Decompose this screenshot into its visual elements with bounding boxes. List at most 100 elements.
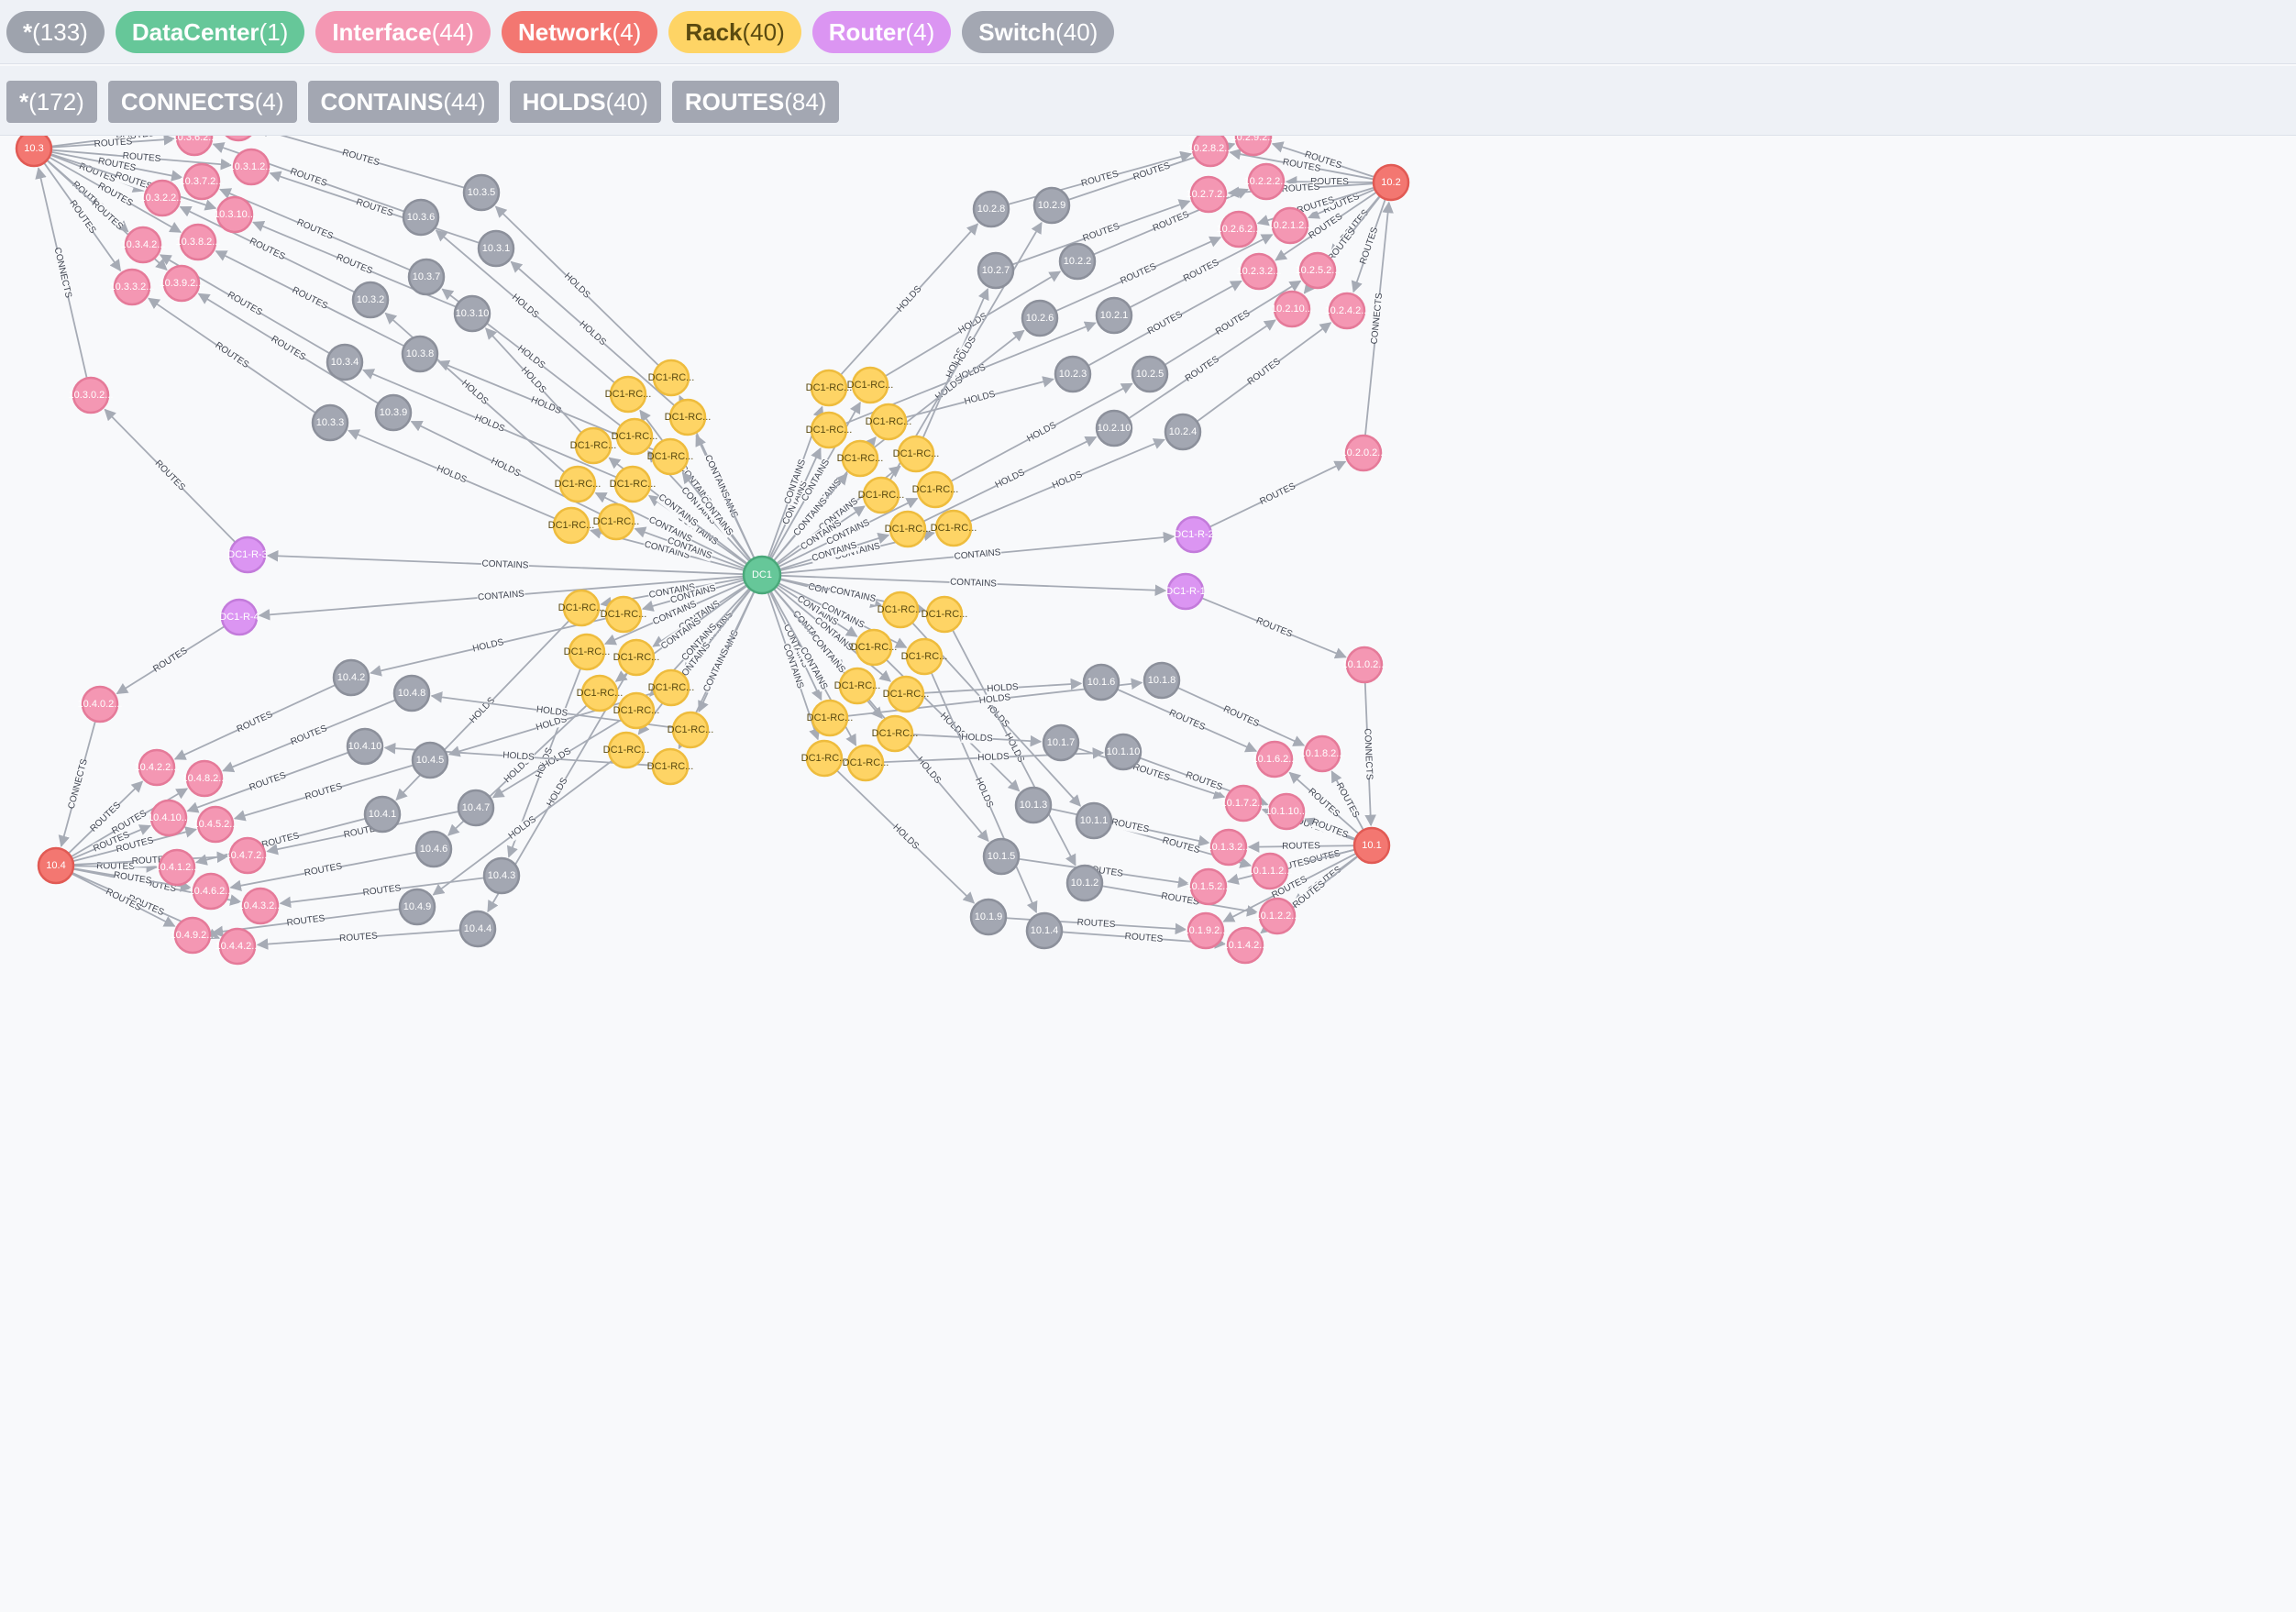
node-circle[interactable]	[1189, 867, 1228, 906]
node-circle[interactable]	[889, 510, 927, 548]
node-rack[interactable]: DC1-RC...	[564, 633, 611, 671]
node-interface[interactable]: 10.1.0.2...	[1342, 646, 1387, 684]
node-interface[interactable]: 10.4.10...	[148, 799, 190, 837]
node-circle[interactable]	[1328, 292, 1366, 330]
node-circle[interactable]	[615, 417, 654, 456]
node-circle[interactable]	[1267, 792, 1306, 831]
node-switch[interactable]: 10.2.7	[977, 251, 1015, 290]
node-circle[interactable]	[1251, 852, 1289, 890]
edge-routes[interactable]: ROUTES	[1330, 770, 1364, 830]
node-circle[interactable]	[597, 502, 635, 541]
node-circle[interactable]	[185, 759, 224, 798]
node-circle[interactable]	[742, 555, 782, 595]
node-circle[interactable]	[671, 711, 710, 749]
node-circle[interactable]	[1058, 242, 1097, 281]
node-circle[interactable]	[1065, 864, 1104, 902]
node-rack[interactable]: DC1-RC...	[668, 711, 714, 749]
node-switch[interactable]: 10.2.9	[1032, 186, 1071, 225]
node-circle[interactable]	[311, 403, 349, 442]
node-circle[interactable]	[326, 343, 364, 381]
node-circle[interactable]	[1345, 646, 1384, 684]
node-switch[interactable]: 10.2.6	[1021, 299, 1059, 337]
node-circle[interactable]	[1209, 828, 1248, 867]
node-circle[interactable]	[876, 714, 914, 753]
node-rack[interactable]: DC1-RC...	[851, 628, 898, 667]
node-circle[interactable]	[414, 830, 453, 868]
node-switch[interactable]: 10.3.8	[401, 335, 439, 373]
node-circle[interactable]	[652, 668, 690, 707]
node-circle[interactable]	[149, 799, 188, 837]
node-rack[interactable]: DC1-RC...	[847, 366, 894, 404]
node-switch[interactable]: 10.4.9	[398, 888, 436, 926]
node-interface[interactable]: 10.2.7.2...	[1187, 175, 1231, 214]
node-rack[interactable]: DC1-RC...	[601, 595, 647, 634]
node-circle[interactable]	[332, 658, 370, 697]
relationship-chip-contains[interactable]: CONTAINS(44)	[307, 81, 499, 123]
node-circle[interactable]	[346, 727, 384, 766]
node-interface[interactable]: 10.2.8.2...	[1188, 136, 1233, 168]
node-interface[interactable]: 10.3.7.2...	[180, 162, 225, 201]
relationship-chip-routes[interactable]: ROUTES(84)	[671, 81, 840, 123]
label-chip-router[interactable]: Router(4)	[811, 11, 952, 53]
node-circle[interactable]	[607, 731, 646, 769]
node-switch[interactable]: 10.1.6	[1082, 663, 1120, 701]
node-rack[interactable]: DC1-RC...	[866, 403, 912, 441]
node-circle[interactable]	[617, 638, 656, 677]
node-circle[interactable]	[398, 888, 436, 926]
node-circle[interactable]	[363, 795, 402, 834]
node-circle[interactable]	[458, 910, 497, 948]
node-circle[interactable]	[113, 268, 151, 306]
edge-routes[interactable]: ROUTES	[1197, 322, 1332, 422]
node-circle[interactable]	[851, 366, 889, 404]
node-circle[interactable]	[652, 359, 690, 397]
node-circle[interactable]	[651, 437, 690, 476]
node-switch[interactable]: 10.3.5	[462, 173, 501, 212]
node-interface[interactable]: 10.4.4.2...	[215, 927, 260, 966]
node-circle[interactable]	[810, 369, 848, 407]
node-circle[interactable]	[1189, 175, 1228, 214]
node-circle[interactable]	[609, 375, 647, 414]
label-chip-datacenter[interactable]: DataCenter(1)	[115, 11, 305, 53]
node-switch[interactable]: 10.2.3	[1054, 355, 1092, 393]
node-interface[interactable]: 10.3.9.2...	[160, 264, 204, 303]
edge-holds[interactable]: HOLDS	[906, 376, 1054, 418]
node-circle[interactable]	[1166, 572, 1205, 611]
node-circle[interactable]	[15, 136, 53, 168]
node-circle[interactable]	[72, 376, 110, 414]
node-circle[interactable]	[1164, 413, 1202, 451]
node-switch[interactable]: 10.1.1	[1075, 801, 1113, 840]
node-router[interactable]: DC1-R-2	[1174, 515, 1214, 554]
node-circle[interactable]	[1255, 740, 1294, 778]
node-circle[interactable]	[580, 674, 619, 712]
node-switch[interactable]: 10.1.8	[1142, 661, 1181, 700]
node-circle[interactable]	[228, 836, 267, 875]
node-interface[interactable]: 10.1.4.2...	[1223, 926, 1268, 965]
node-interface[interactable]: 10.2.0.2...	[1341, 434, 1386, 472]
edge-routes[interactable]: ROUTES	[1077, 747, 1226, 800]
node-switch[interactable]: 10.1.5	[982, 837, 1021, 876]
node-circle[interactable]	[841, 439, 879, 478]
node-circle[interactable]	[887, 675, 925, 713]
node-circle[interactable]	[1131, 355, 1169, 393]
relationship-chip-all[interactable]: *(172)	[6, 81, 97, 123]
node-circle[interactable]	[810, 411, 848, 449]
node-switch[interactable]: 10.2.8	[972, 190, 1010, 228]
node-circle[interactable]	[81, 685, 119, 723]
label-chip-all[interactable]: *(133)	[6, 11, 105, 53]
node-switch[interactable]: 10.4.8	[392, 674, 431, 712]
node-switch[interactable]: 10.3.9	[374, 393, 413, 432]
node-interface[interactable]: 10.1.7.2...	[1221, 784, 1266, 823]
node-circle[interactable]	[846, 744, 885, 782]
edge-routes[interactable]: ROUTES	[104, 408, 236, 543]
node-circle[interactable]	[869, 403, 908, 441]
edge-routes[interactable]: ROUTES	[1209, 460, 1347, 528]
node-interface[interactable]: 10.4.6.2...	[189, 872, 234, 911]
node-circle[interactable]	[124, 226, 162, 264]
node-rack[interactable]: DC1-RC...	[922, 595, 968, 634]
node-circle[interactable]	[37, 846, 75, 885]
node-interface[interactable]: 10.2.4.2...	[1325, 292, 1370, 330]
node-interface[interactable]: 10.4.9.2...	[171, 916, 215, 955]
node-circle[interactable]	[182, 162, 221, 201]
node-circle[interactable]	[1104, 733, 1142, 771]
node-switch[interactable]: 10.4.1	[363, 795, 402, 834]
